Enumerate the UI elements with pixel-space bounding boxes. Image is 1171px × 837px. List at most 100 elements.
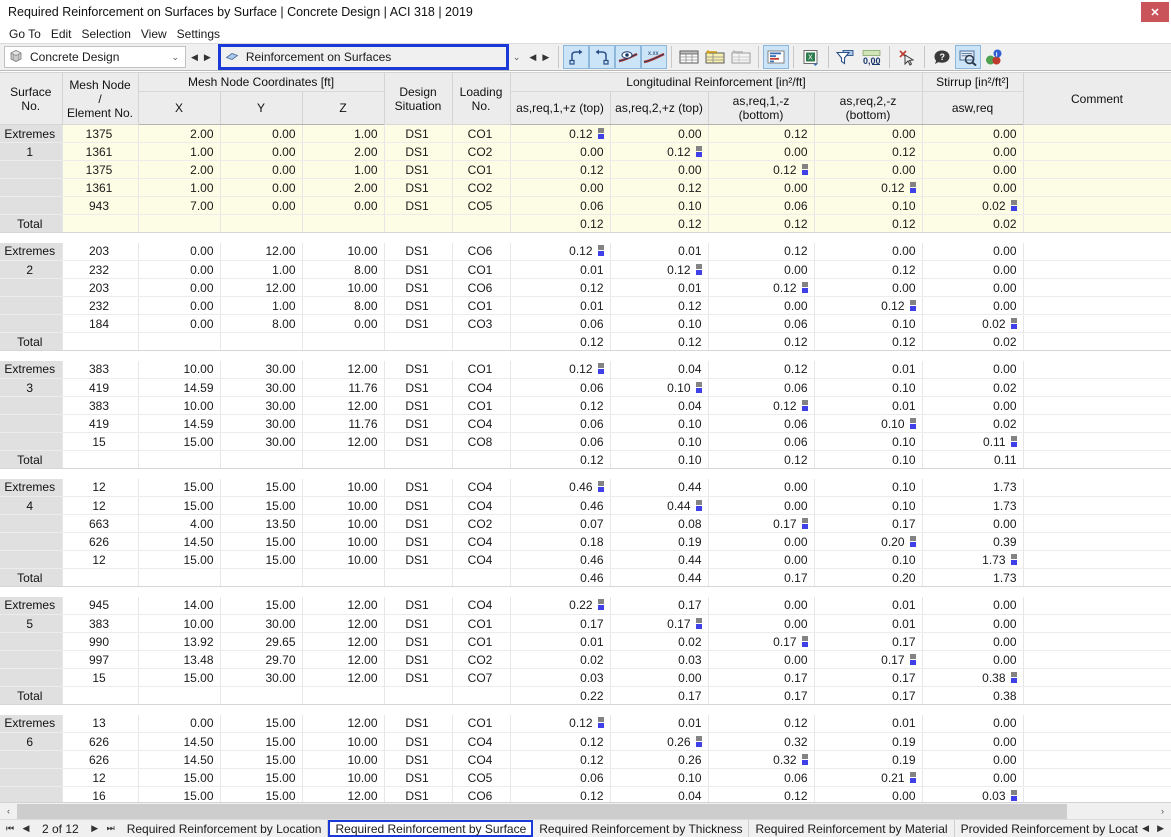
cell-value[interactable]: 0.01 [510,296,611,315]
cell-value[interactable]: 0.00 [922,360,1024,379]
cell-coord-z[interactable]: 10.00 [302,278,385,297]
cell-comment[interactable] [1023,614,1171,633]
cell-mesh-node[interactable]: 419 [62,378,139,397]
cell-coord-x[interactable]: 1.00 [138,178,221,197]
cell-coord-y[interactable]: 1.00 [220,260,303,279]
table-row[interactable]: 184 0.00 8.00 0.00 DS1 CO3 0.06 0.10 0.06 0.10 0.0… [0,314,1171,333]
cell-loading-no[interactable]: CO5 [452,196,511,215]
table-row[interactable]: 4 12 15.00 15.00 10.00 DS1 CO4 0.46 0.44 0.00 0.10… [0,496,1171,515]
cell-coord-z[interactable]: 10.00 [302,732,385,751]
cell-coord-z[interactable]: 1.00 [302,124,385,143]
cell-comment[interactable] [1023,178,1171,197]
table-tabs[interactable]: Required Reinforcement by Location Requir… [121,820,1138,837]
cell-coord-y[interactable]: 15.00 [220,750,303,769]
cell-value[interactable]: 0.12 [610,296,709,315]
cell-loading-no[interactable]: CO2 [452,650,511,669]
cell-value[interactable]: 0.10 [814,496,923,515]
cell-value[interactable]: 0.12 [510,396,611,415]
cell-coord-y[interactable]: 1.00 [220,296,303,315]
cell-coord-y[interactable]: 15.00 [220,478,303,497]
cell-coord-y[interactable]: 30.00 [220,360,303,379]
horizontal-scrollbar[interactable]: ‹ › [0,802,1171,820]
cell-value[interactable]: 0.02 [922,414,1024,433]
cell-comment[interactable] [1023,378,1171,397]
col-surface-no[interactable]: Surface No. [0,72,63,125]
cell-loading-no[interactable]: CO1 [452,360,511,379]
cell-loading-no[interactable]: CO4 [452,378,511,397]
cell-coord-x[interactable]: 4.00 [138,514,221,533]
cell-coord-x[interactable]: 14.59 [138,378,221,397]
cell-value[interactable]: 0.12 [510,242,611,261]
cell-comment[interactable] [1023,632,1171,651]
table-prev-button[interactable]: ◀ [527,52,538,63]
col-coord-x[interactable]: X [138,91,221,125]
cell-coord-x[interactable]: 10.00 [138,614,221,633]
table-row[interactable]: 626 14.50 15.00 10.00 DS1 CO4 0.12 0.26 0.32 0.19… [0,750,1171,769]
table-row[interactable]: 2 232 0.00 1.00 8.00 DS1 CO1 0.01 0.12 0.00 0.12 0.… [0,260,1171,279]
cell-value[interactable]: 0.12 [510,714,611,733]
cell-value[interactable]: 0.00 [922,750,1024,769]
cell-coord-x[interactable]: 14.50 [138,732,221,751]
cell-value[interactable]: 0.12 [814,260,923,279]
cell-loading-no[interactable]: CO2 [452,142,511,161]
cell-value[interactable]: 0.00 [708,142,815,161]
cell-value[interactable]: 0.00 [922,732,1024,751]
col-coord-z[interactable]: Z [302,91,385,125]
cell-mesh-node[interactable]: 943 [62,196,139,215]
cell-value[interactable]: 0.26 [610,750,709,769]
table-row[interactable]: 663 4.00 13.50 10.00 DS1 CO2 0.07 0.08 0.17 0.17 0… [0,514,1171,533]
cell-value[interactable]: 0.00 [510,142,611,161]
table-yellow-icon[interactable] [702,45,728,69]
decimal-places-icon[interactable]: 0,00 [859,45,885,69]
cell-coord-y[interactable]: 15.00 [220,596,303,615]
cell-value[interactable]: 0.17 [814,514,923,533]
cell-value[interactable]: 0.00 [708,478,815,497]
cell-value[interactable]: 0.00 [814,160,923,179]
col-as-req-1-top[interactable]: as,req,1,+z (top) [510,91,611,125]
cell-value[interactable]: 0.46 [510,496,611,515]
cell-mesh-node[interactable]: 383 [62,396,139,415]
col-asw-req[interactable]: asw,req [922,91,1024,125]
cell-value[interactable]: 0.06 [510,314,611,333]
cell-value[interactable]: 0.12 [510,732,611,751]
table-row[interactable]: 419 14.59 30.00 11.76 DS1 CO4 0.06 0.10 0.06 0.10… [0,414,1171,433]
cell-mesh-node[interactable]: 184 [62,314,139,333]
cell-loading-no[interactable]: CO4 [452,750,511,769]
cell-value[interactable]: 0.10 [610,378,709,397]
cell-value[interactable]: 0.10 [814,196,923,215]
table-row[interactable]: Extremes 1375 2.00 0.00 1.00 DS1 CO1 0.12 0.00 0.… [0,124,1171,143]
cell-value[interactable]: 0.00 [922,296,1024,315]
table-row[interactable]: 5 383 10.00 30.00 12.00 DS1 CO1 0.17 0.17 0.00 0.0… [0,614,1171,633]
cell-value[interactable]: 0.03 [922,786,1024,802]
cell-value[interactable]: 0.12 [708,786,815,802]
cell-comment[interactable] [1023,514,1171,533]
cell-value[interactable]: 0.00 [814,242,923,261]
cell-loading-no[interactable]: CO4 [452,414,511,433]
cell-design-situation[interactable]: DS1 [384,614,453,633]
cell-mesh-node[interactable]: 1361 [62,178,139,197]
cell-design-situation[interactable]: DS1 [384,242,453,261]
cell-value[interactable]: 0.04 [610,396,709,415]
cell-loading-no[interactable]: CO4 [452,478,511,497]
cell-value[interactable]: 0.22 [510,596,611,615]
table-combo-chevron-down-icon[interactable]: ⌄ [509,52,525,63]
cell-design-situation[interactable]: DS1 [384,178,453,197]
excel-export-icon[interactable]: X [798,45,824,69]
cell-value[interactable]: 0.12 [610,142,709,161]
cell-value[interactable]: 0.02 [510,650,611,669]
cell-design-situation[interactable]: DS1 [384,314,453,333]
menu-item-settings[interactable]: Settings [172,26,225,42]
col-as-req-2-bottom[interactable]: as,req,2,-z (bottom) [814,91,923,125]
scrollbar-track[interactable] [17,802,1154,820]
cell-loading-no[interactable]: CO7 [452,668,511,687]
cell-coord-x[interactable]: 15.00 [138,432,221,451]
cell-value[interactable]: 0.12 [708,360,815,379]
cell-mesh-node[interactable]: 1375 [62,124,139,143]
menu-item-edit[interactable]: Edit [46,26,77,42]
cell-comment[interactable] [1023,278,1171,297]
cell-design-situation[interactable]: DS1 [384,124,453,143]
cell-value[interactable]: 0.04 [610,786,709,802]
cell-value[interactable]: 0.06 [510,432,611,451]
cell-value[interactable]: 0.17 [610,596,709,615]
cell-value[interactable]: 0.00 [922,768,1024,787]
